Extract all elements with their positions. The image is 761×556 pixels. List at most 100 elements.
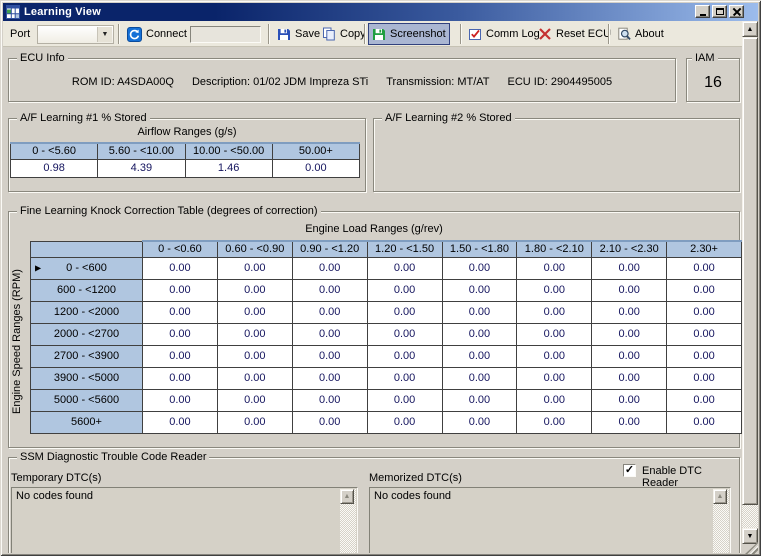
knock-value-cell[interactable]: 0.00 xyxy=(592,301,667,323)
knock-value-cell[interactable]: 0.00 xyxy=(367,389,442,411)
knock-value-cell[interactable]: 0.00 xyxy=(292,411,367,433)
connect-button[interactable]: Connect xyxy=(123,23,191,45)
knock-value-cell[interactable]: 0.00 xyxy=(667,323,742,345)
knock-value-cell[interactable]: 0.00 xyxy=(517,411,592,433)
memorized-dtc-textarea[interactable]: No codes found ▲ xyxy=(369,487,731,556)
knock-value-cell[interactable]: 0.00 xyxy=(592,411,667,433)
scroll-up-icon[interactable]: ▲ xyxy=(340,489,354,504)
knock-value-cell[interactable]: 0.00 xyxy=(442,301,517,323)
reset-ecu-label: Reset ECU xyxy=(556,28,611,40)
knock-value-cell[interactable]: 0.00 xyxy=(292,389,367,411)
screenshot-button[interactable]: Screenshot xyxy=(368,23,450,45)
knock-value-cell[interactable]: 0.00 xyxy=(143,411,218,433)
knock-value-cell[interactable]: 0.00 xyxy=(292,279,367,301)
minimize-button[interactable] xyxy=(695,5,710,18)
knock-value-cell[interactable]: 0.00 xyxy=(517,367,592,389)
enable-dtc-reader-checkbox[interactable]: ✓ xyxy=(623,464,636,477)
scroll-down-button[interactable]: ▼ xyxy=(742,528,758,544)
knock-value-cell[interactable]: 0.00 xyxy=(143,301,218,323)
connect-status-field[interactable] xyxy=(190,26,261,43)
knock-value-cell[interactable]: 0.00 xyxy=(367,279,442,301)
save-button[interactable]: Save xyxy=(273,23,324,45)
knock-value-cell[interactable]: 0.00 xyxy=(442,367,517,389)
knock-value-cell[interactable]: 0.00 xyxy=(292,301,367,323)
knock-value-cell[interactable]: 0.00 xyxy=(143,257,218,279)
knock-value-cell[interactable]: 0.00 xyxy=(292,257,367,279)
knock-value-cell[interactable]: 0.00 xyxy=(442,279,517,301)
knock-value-cell[interactable]: 0.00 xyxy=(517,257,592,279)
knock-value-cell[interactable]: 0.00 xyxy=(592,389,667,411)
knock-value-cell[interactable]: 0.00 xyxy=(442,389,517,411)
knock-value-cell[interactable]: 0.00 xyxy=(367,411,442,433)
knock-value-cell[interactable]: 0.00 xyxy=(442,323,517,345)
reset-ecu-button[interactable]: Reset ECU xyxy=(534,23,615,45)
scroll-up-icon[interactable]: ▲ xyxy=(713,489,727,504)
close-button[interactable] xyxy=(729,5,744,18)
knock-row-header[interactable]: 5600+ xyxy=(31,411,143,433)
knock-value-cell[interactable]: 0.00 xyxy=(667,345,742,367)
knock-value-cell[interactable]: 0.00 xyxy=(292,345,367,367)
knock-value-cell[interactable]: 0.00 xyxy=(217,301,292,323)
knock-value-cell[interactable]: 0.00 xyxy=(667,279,742,301)
knock-row-header[interactable]: 2000 - <2700 xyxy=(31,323,143,345)
vertical-scrollbar[interactable]: ▲ ▼ xyxy=(742,21,758,553)
knock-value-cell[interactable]: 0.00 xyxy=(592,367,667,389)
ecu-info-group: ECU Info ROM ID: A4SDA00Q Description: 0… xyxy=(8,58,676,102)
knock-value-cell[interactable]: 0.00 xyxy=(217,345,292,367)
knock-value-cell[interactable]: 0.00 xyxy=(517,345,592,367)
knock-value-cell[interactable]: 0.00 xyxy=(217,367,292,389)
knock-value-cell[interactable]: 0.00 xyxy=(442,411,517,433)
knock-value-cell[interactable]: 0.00 xyxy=(517,323,592,345)
knock-row-header[interactable]: 5000 - <5600 xyxy=(31,389,143,411)
copy-button[interactable]: Copy xyxy=(318,23,370,45)
knock-value-cell[interactable]: 0.00 xyxy=(592,345,667,367)
knock-value-cell[interactable]: 0.00 xyxy=(442,345,517,367)
knock-value-cell[interactable]: 0.00 xyxy=(367,301,442,323)
description-text: Description: 01/02 JDM Impreza STi xyxy=(192,76,368,88)
knock-value-cell[interactable]: 0.00 xyxy=(592,257,667,279)
memorized-dtc-scrollbar[interactable]: ▲ xyxy=(713,489,729,556)
knock-value-cell[interactable]: 0.00 xyxy=(292,323,367,345)
about-button[interactable]: About xyxy=(613,23,668,45)
scroll-up-button[interactable]: ▲ xyxy=(742,21,758,37)
temporary-dtc-scrollbar[interactable]: ▲ xyxy=(340,489,356,556)
knock-value-cell[interactable]: 0.00 xyxy=(667,389,742,411)
knock-value-cell[interactable]: 0.00 xyxy=(667,411,742,433)
port-select[interactable]: ▼ xyxy=(37,25,114,44)
knock-value-cell[interactable]: 0.00 xyxy=(517,389,592,411)
knock-value-cell[interactable]: 0.00 xyxy=(667,301,742,323)
knock-value-cell[interactable]: 0.00 xyxy=(143,279,218,301)
knock-value-cell[interactable]: 0.00 xyxy=(217,279,292,301)
knock-value-cell[interactable]: 0.00 xyxy=(143,323,218,345)
knock-value-cell[interactable]: 0.00 xyxy=(217,257,292,279)
comm-log-button[interactable]: Comm Log xyxy=(464,23,544,45)
knock-value-cell[interactable]: 0.00 xyxy=(292,367,367,389)
knock-value-cell[interactable]: 0.00 xyxy=(517,301,592,323)
knock-value-cell[interactable]: 0.00 xyxy=(667,257,742,279)
knock-value-cell[interactable]: 0.00 xyxy=(442,257,517,279)
knock-value-cell[interactable]: 0.00 xyxy=(667,367,742,389)
knock-value-cell[interactable]: 0.00 xyxy=(217,389,292,411)
knock-value-cell[interactable]: 0.00 xyxy=(143,367,218,389)
knock-value-cell[interactable]: 0.00 xyxy=(367,257,442,279)
knock-value-cell[interactable]: 0.00 xyxy=(143,389,218,411)
knock-row-header[interactable]: 3900 - <5000 xyxy=(31,367,143,389)
knock-row-header[interactable]: 600 - <1200 xyxy=(31,279,143,301)
knock-value-cell[interactable]: 0.00 xyxy=(217,411,292,433)
knock-value-cell[interactable]: 0.00 xyxy=(517,279,592,301)
knock-value-cell[interactable]: 0.00 xyxy=(367,345,442,367)
knock-value-cell[interactable]: 0.00 xyxy=(217,323,292,345)
knock-row-header[interactable]: ▶0 - <600 xyxy=(31,257,143,279)
af1-value-cell: 0.00 xyxy=(272,159,359,177)
knock-value-cell[interactable]: 0.00 xyxy=(592,279,667,301)
scrollbar-thumb[interactable] xyxy=(742,37,758,505)
knock-value-cell[interactable]: 0.00 xyxy=(367,323,442,345)
chevron-down-icon[interactable]: ▼ xyxy=(97,27,112,42)
knock-value-cell[interactable]: 0.00 xyxy=(143,345,218,367)
knock-row-header[interactable]: 1200 - <2000 xyxy=(31,301,143,323)
temporary-dtc-textarea[interactable]: No codes found ▲ xyxy=(11,487,358,556)
knock-value-cell[interactable]: 0.00 xyxy=(592,323,667,345)
knock-row-header[interactable]: 2700 - <3900 xyxy=(31,345,143,367)
knock-value-cell[interactable]: 0.00 xyxy=(367,367,442,389)
maximize-button[interactable] xyxy=(712,5,727,18)
